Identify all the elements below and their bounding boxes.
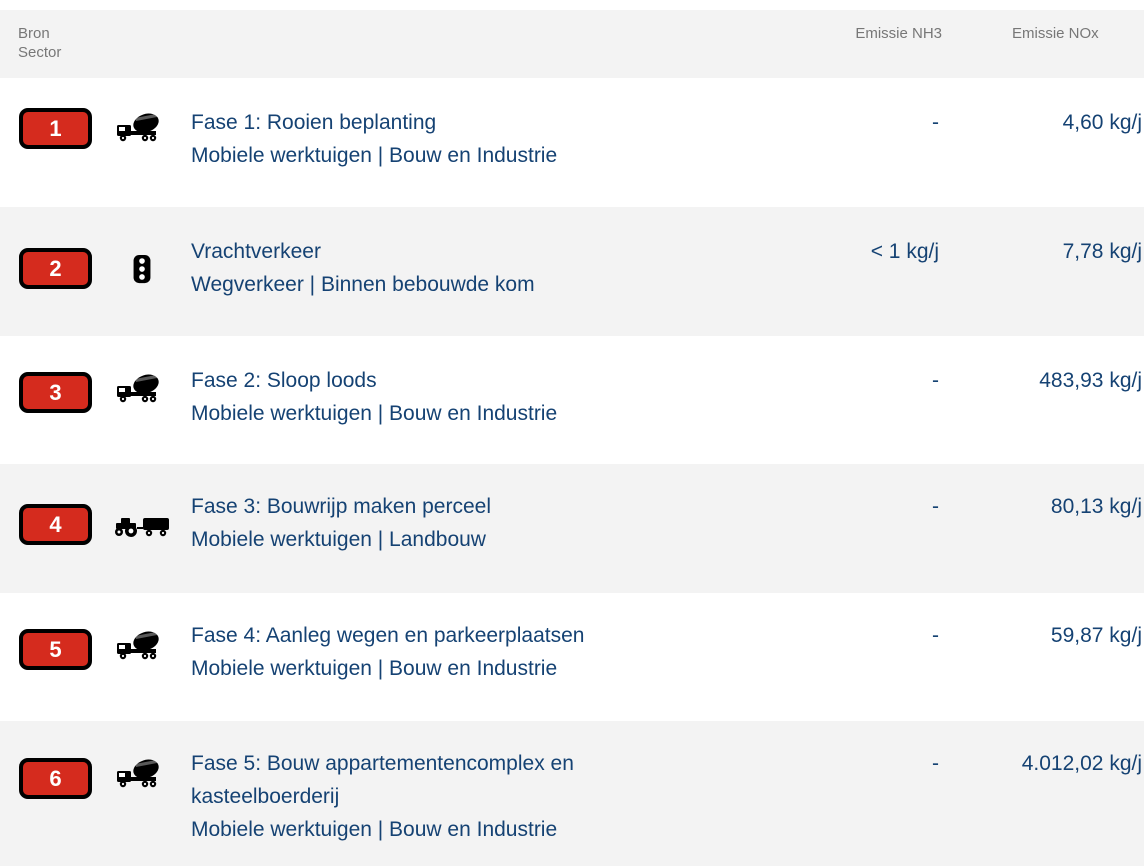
source-title[interactable]: Vrachtverkeer [191, 237, 321, 267]
source-number: 6 [49, 765, 62, 791]
emission-nox-value: 483,93 kg/j [1039, 369, 1142, 392]
source-title-continued[interactable]: kasteelboerderij [191, 782, 339, 812]
source-number: 5 [49, 636, 62, 662]
source-number-badge: 5 [19, 629, 92, 670]
source-title[interactable]: Fase 1: Rooien beplanting [191, 108, 436, 138]
source-number: 2 [49, 255, 62, 281]
table-row[interactable]: 1 Fase 1: Rooien beplanting Mobiele werk… [0, 78, 1144, 207]
emission-nh3-value: - [932, 752, 939, 775]
source-sector: Mobiele werktuigen | Landbouw [191, 528, 486, 551]
table-row[interactable]: 5 Fase 4: Aanleg wegen en parkeerplaatse… [0, 593, 1144, 721]
tractor-icon [113, 510, 171, 540]
source-title[interactable]: Fase 4: Aanleg wegen en parkeerplaatsen [191, 621, 584, 651]
source-sector: Wegverkeer | Binnen bebouwde kom [191, 273, 535, 296]
emission-nh3-value: < 1 kg/j [870, 240, 939, 263]
source-title[interactable]: Fase 2: Sloop loods [191, 366, 377, 396]
source-title[interactable]: Fase 5: Bouw appartementencomplex en [191, 749, 574, 779]
source-sector: Mobiele werktuigen | Bouw en Industrie [191, 144, 558, 167]
table-header: Bron Sector Emissie NH3 Emissie NOx [0, 10, 1144, 78]
source-sector: Mobiele werktuigen | Bouw en Industrie [191, 818, 558, 841]
source-sector: Mobiele werktuigen | Bouw en Industrie [191, 657, 558, 680]
emission-nh3-value: - [932, 495, 939, 518]
concrete-mixer-truck-icon [113, 630, 171, 660]
concrete-mixer-truck-icon [113, 758, 171, 788]
table-row[interactable]: 2 Vrachtverkeer Wegverkeer | Binnen bebo… [0, 207, 1144, 336]
source-number: 3 [49, 379, 62, 405]
source-number-badge: 3 [19, 372, 92, 413]
source-title[interactable]: Fase 3: Bouwrijp maken perceel [191, 492, 491, 522]
concrete-mixer-truck-icon [113, 373, 171, 403]
header-bron-label: Bron [18, 25, 50, 42]
source-number: 1 [49, 115, 62, 141]
header-emission-nh3[interactable]: Emissie NH3 [855, 24, 942, 43]
emission-sources-table: Bron Sector Emissie NH3 Emissie NOx 1 Fa… [0, 0, 1144, 866]
emission-nox-value: 59,87 kg/j [1050, 624, 1142, 647]
table-row[interactable]: 3 Fase 2: Sloop loods Mobiele werktuigen… [0, 336, 1144, 464]
source-number-badge: 2 [19, 248, 92, 289]
source-number-badge: 4 [19, 504, 92, 545]
header-emission-nox[interactable]: Emissie NOx [1012, 24, 1099, 43]
emission-nox-value: 7,78 kg/j [1062, 240, 1142, 263]
emission-nh3-value: - [932, 624, 939, 647]
source-number-badge: 1 [19, 108, 92, 149]
source-number-badge: 6 [19, 758, 92, 799]
emission-nox-value: 4.012,02 kg/j [1021, 752, 1142, 775]
emission-nh3-value: - [932, 111, 939, 134]
concrete-mixer-truck-icon [113, 112, 171, 142]
traffic-light-icon [113, 254, 171, 284]
source-sector: Mobiele werktuigen | Bouw en Industrie [191, 402, 558, 425]
table-row[interactable]: 6 Fase 5: Bouw appartementencomplex en k… [0, 721, 1144, 866]
header-bron-sector: Bron Sector [18, 24, 61, 62]
table-row[interactable]: 4 Fase 3: Bouwrijp maken perceel Mobiele… [0, 464, 1144, 593]
emission-nox-value: 4,60 kg/j [1062, 111, 1142, 134]
source-number: 4 [49, 511, 62, 537]
emission-nh3-value: - [932, 369, 939, 392]
header-sector-label: Sector [18, 44, 62, 61]
emission-nox-value: 80,13 kg/j [1050, 495, 1142, 518]
